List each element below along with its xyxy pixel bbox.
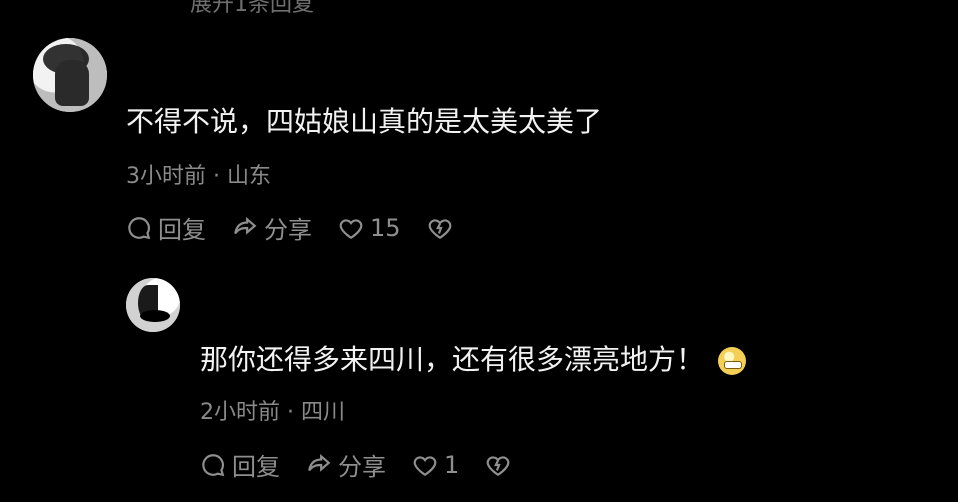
broken-heart-icon	[428, 218, 451, 239]
reply-button[interactable]: 回复	[126, 210, 206, 245]
heart-icon	[413, 455, 437, 476]
grinning-emoji-icon	[718, 347, 747, 375]
reply-reply-button[interactable]: 回复	[200, 447, 280, 482]
comment-meta: 3小时前 · 山东	[126, 164, 271, 189]
share-arrow-icon	[308, 453, 331, 472]
share-button[interactable]: 分享	[232, 210, 312, 245]
reply-like-button[interactable]: 1	[412, 451, 459, 479]
comment-actions: 回复 分享 15	[126, 210, 479, 245]
share-label: 分享	[338, 453, 386, 481]
like-button[interactable]: 15	[338, 214, 401, 242]
reply-actions: 回复 分享 1	[200, 447, 537, 482]
reply-avatar[interactable]	[126, 278, 180, 332]
share-arrow-icon	[234, 216, 257, 235]
speech-bubble-icon	[202, 453, 225, 476]
speech-bubble-icon	[128, 216, 151, 239]
reply-text: 那你还得多来四川，还有很多漂亮地方！	[200, 343, 705, 376]
broken-heart-icon	[486, 455, 510, 476]
reply-text-row: 那你还得多来四川，还有很多漂亮地方！	[200, 338, 747, 378]
like-count: 1	[444, 450, 460, 479]
comment-text: 不得不说，四姑娘山真的是太美太美了	[126, 105, 603, 138]
reply-label: 回复	[158, 216, 206, 244]
dislike-button[interactable]	[427, 215, 453, 241]
reply-dislike-button[interactable]	[485, 452, 511, 478]
heart-icon	[339, 218, 363, 239]
avatar[interactable]	[33, 38, 107, 112]
like-count: 15	[370, 213, 401, 242]
collapsed-replies-link[interactable]: 展开1条回复	[190, 0, 314, 18]
share-label: 分享	[264, 216, 312, 244]
reply-label: 回复	[232, 453, 280, 481]
reply-share-button[interactable]: 分享	[306, 447, 386, 482]
reply-meta: 2小时前 · 四川	[200, 400, 345, 425]
